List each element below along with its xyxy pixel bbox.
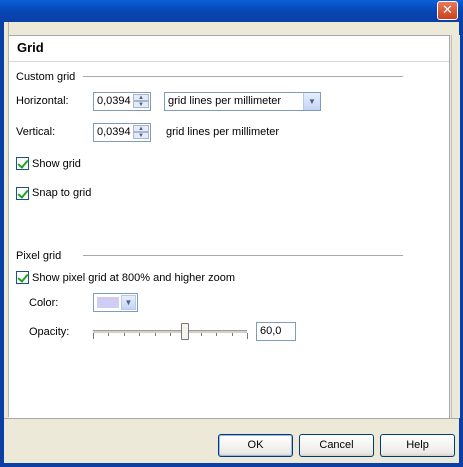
pixel-grid-divider [83,255,403,256]
slider-tick [108,333,109,336]
slider-tick [232,333,233,336]
vertical-unit-label: grid lines per millimeter [166,126,280,138]
opacity-slider-thumb[interactable] [181,323,189,340]
panel-scroll-edge [451,35,460,418]
chevron-down-icon[interactable]: ▼ [303,93,320,110]
horizontal-value: 0,0394 [97,95,131,107]
show-pixel-grid-checkbox[interactable] [16,271,29,284]
slider-tick [247,333,248,339]
color-label: Color: [29,297,59,309]
horizontal-unit-select[interactable]: grid lines per millimeter ▼ [164,92,321,111]
title-bar [0,0,463,22]
vertical-spinbox[interactable]: 0,0394 ▲ ▼ [93,123,151,142]
pixel-grid-section-label: Pixel grid [16,250,62,262]
color-swatch [97,297,119,308]
spin-down-icon[interactable]: ▼ [133,101,149,108]
footer-divider [4,418,459,419]
custom-grid-divider [83,76,403,77]
slider-tick [139,333,140,336]
spin-up-icon[interactable]: ▲ [133,94,149,101]
page-title: Grid [17,40,44,55]
color-picker[interactable]: ▼ [93,293,138,312]
cancel-button[interactable]: Cancel [299,434,374,457]
window-frame-bottom [0,463,463,467]
slider-tick [216,333,217,336]
spin-down-icon[interactable]: ▼ [133,132,149,139]
close-button[interactable]: ✕ [437,1,458,20]
chevron-down-icon[interactable]: ▼ [121,295,136,310]
slider-tick [124,333,125,336]
snap-to-grid-label[interactable]: Snap to grid [32,187,91,199]
show-grid-checkbox[interactable] [16,157,29,170]
vertical-label: Vertical: [16,126,56,138]
vertical-value: 0,0394 [97,126,131,138]
slider-tick [201,333,202,336]
horizontal-unit-value: grid lines per millimeter [168,95,282,107]
opacity-value-input[interactable]: 60,0 [256,322,296,341]
ok-button[interactable]: OK [218,434,293,457]
horizontal-spinner[interactable]: ▲ ▼ [133,94,149,109]
slider-tick [170,333,171,336]
help-button[interactable]: Help [380,434,455,457]
vertical-spinner[interactable]: ▲ ▼ [133,125,149,140]
horizontal-spinbox[interactable]: 0,0394 ▲ ▼ [93,92,151,111]
slider-tick [155,333,156,336]
snap-to-grid-checkbox[interactable] [16,187,29,200]
title-divider [9,61,449,62]
show-grid-label[interactable]: Show grid [32,158,81,170]
close-icon: ✕ [442,2,453,17]
opacity-label: Opacity: [29,326,70,338]
opacity-value: 60,0 [260,325,282,337]
show-pixel-grid-label[interactable]: Show pixel grid at 800% and higher zoom [32,272,235,284]
spin-up-icon[interactable]: ▲ [133,125,149,132]
custom-grid-section-label: Custom grid [16,71,76,83]
slider-tick [93,333,94,339]
horizontal-label: Horizontal: [16,95,69,107]
